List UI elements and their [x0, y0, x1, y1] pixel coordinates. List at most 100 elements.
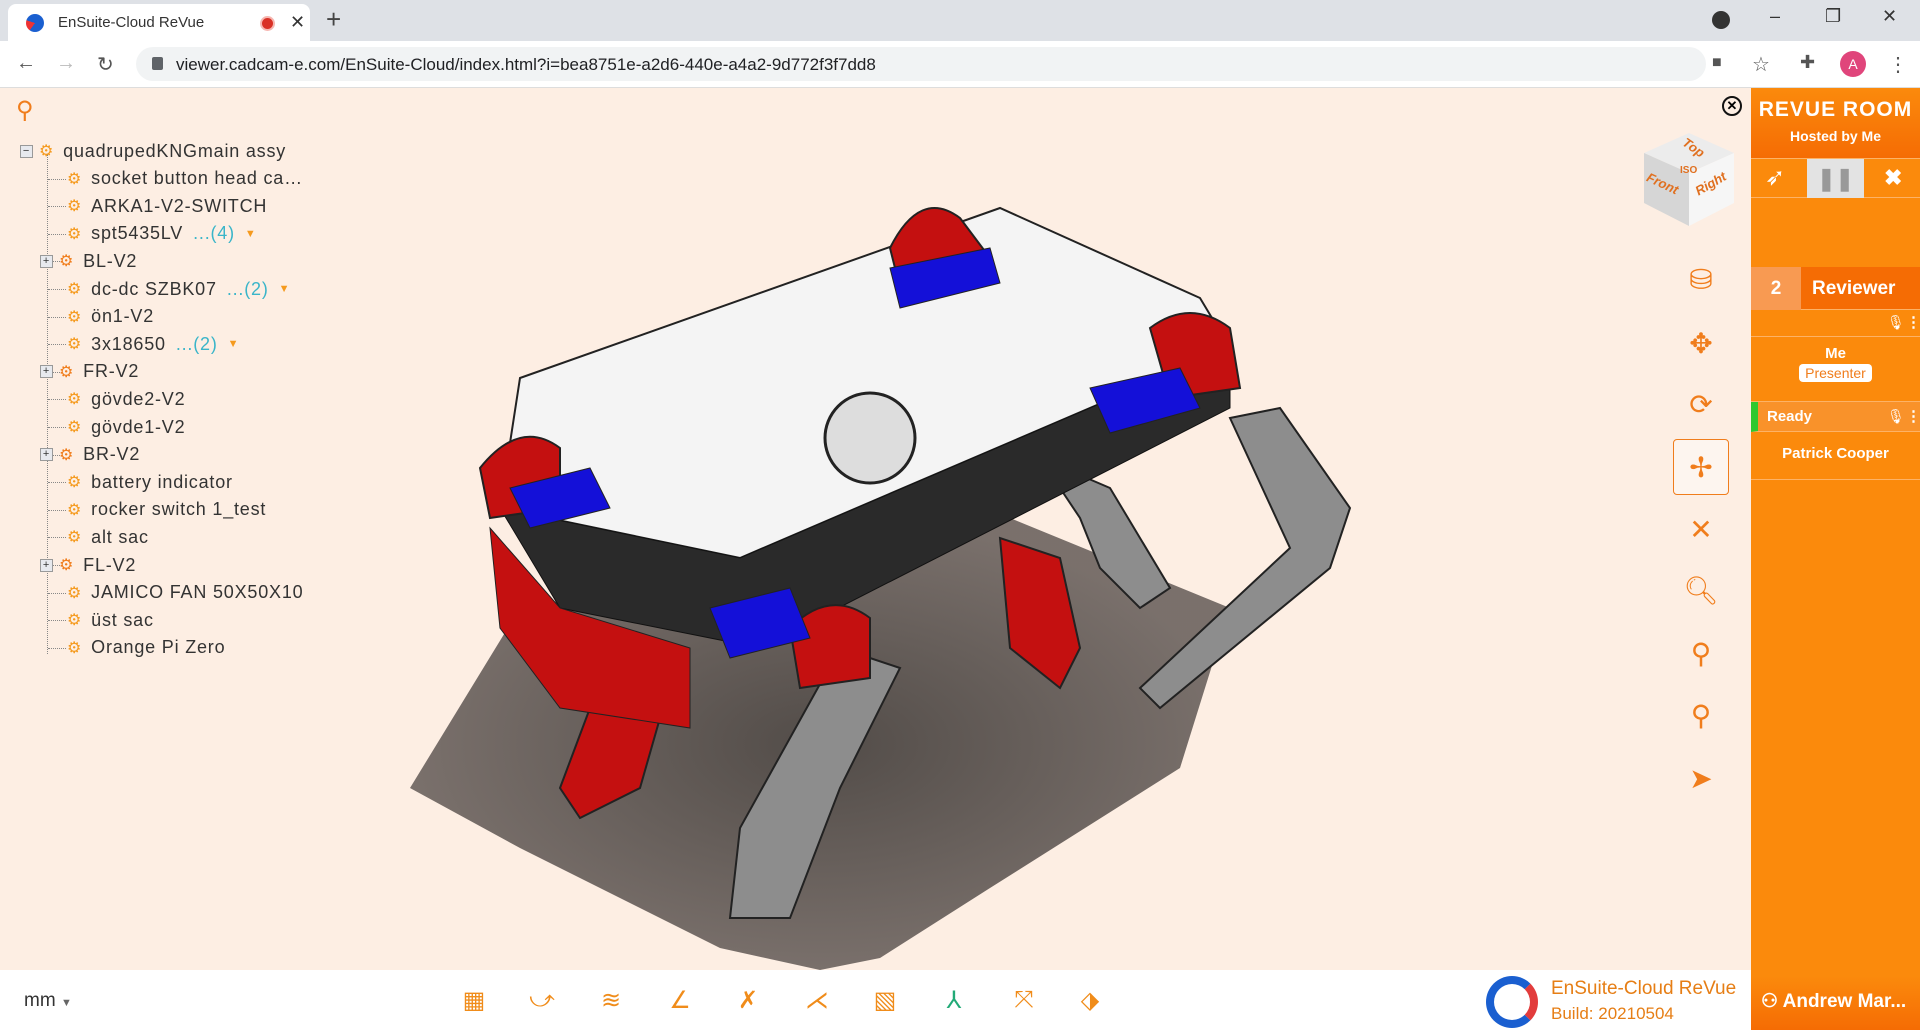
browser-menu-icon[interactable]: ⋮ [1888, 52, 1908, 77]
part-icon: ⚙ [67, 584, 83, 602]
tree-item[interactable]: ⚙ gövde1-V2 [67, 414, 185, 440]
reset-icon[interactable]: ⬗ [1072, 986, 1108, 1018]
3d-viewport[interactable] [0, 88, 1751, 970]
instance-count[interactable]: ...(2) [176, 334, 218, 355]
expand-icon[interactable]: + [40, 365, 53, 379]
measure-surface-icon[interactable]: ≋ [593, 986, 629, 1018]
close-window-button[interactable]: ✕ [1882, 6, 1897, 27]
end-session-icon[interactable]: ✖ [1884, 165, 1902, 191]
axis-triad-icon[interactable]: ⅄ [936, 986, 972, 1018]
fan [823, 391, 917, 485]
tree-item[interactable]: ⚙ spt5435LV ...(4) ▼ [67, 221, 257, 247]
bookmark-star-icon[interactable]: ☆ [1752, 52, 1770, 77]
dropdown-arrow-icon[interactable]: ▼ [245, 228, 257, 240]
ensuite-favicon-icon [26, 13, 44, 32]
expand-icon[interactable]: + [40, 558, 53, 572]
camera-icon[interactable]: ■ [1712, 54, 1722, 72]
tree-label: quadrupedKNGmain assy [63, 140, 287, 161]
reload-icon[interactable]: ↻ [97, 52, 114, 77]
instance-count[interactable]: ...(4) [193, 223, 235, 244]
tree-item[interactable]: ⚙ dc-dc SZBK07 ...(2) ▼ [67, 276, 290, 302]
tree-item[interactable]: + ⚙ FR-V2 [40, 359, 139, 385]
restore-button[interactable]: ❐ [1825, 6, 1841, 27]
chevron-down-icon: ▼ [60, 997, 72, 1009]
profile-avatar[interactable]: A [1840, 51, 1866, 77]
zoom-fit-icon[interactable]: 🔍︎ [1673, 562, 1729, 618]
measure-angle-icon[interactable]: ∠ [662, 986, 698, 1018]
browser-tab-bar: EnSuite-Cloud ReVue ✕ + – ❐ ✕ [0, 0, 1920, 41]
tree-label: spt5435LV [91, 223, 184, 244]
select-pointer-icon[interactable]: ➤ [1673, 750, 1729, 806]
part-icon: ⚙ [67, 198, 83, 216]
robot-model[interactable] [0, 88, 1751, 970]
share-icon[interactable]: ➶ [1765, 163, 1785, 192]
navcube-iso[interactable]: ISO [1680, 165, 1697, 176]
tree-label: dc-dc SZBK07 [91, 278, 217, 299]
part-icon: ⚙ [67, 612, 83, 630]
tree-item[interactable]: ⚙ socket button head ca… [67, 166, 303, 192]
more-options-icon[interactable]: ⋮ [1906, 313, 1920, 331]
dropdown-arrow-icon[interactable]: ▼ [279, 283, 291, 295]
user-menu[interactable]: ⚇ Andrew Mar... [1751, 976, 1920, 1030]
pan-icon[interactable]: ✥ [1673, 315, 1729, 371]
instance-count[interactable]: ...(2) [227, 279, 269, 300]
brand-logo-icon [1486, 976, 1538, 1028]
back-icon[interactable]: ← [16, 52, 36, 75]
tree-item[interactable]: + ⚙ BL-V2 [40, 248, 137, 274]
user-icon: ⚇ [1761, 991, 1779, 1012]
part-icon: ⚙ [67, 419, 83, 436]
mic-icon[interactable]: 🎙︎ [1887, 408, 1905, 425]
collapse-icon[interactable]: − [20, 144, 33, 158]
zoom-selection-icon[interactable]: ⚲ [1673, 687, 1729, 743]
url-field[interactable]: viewer.cadcam-e.com/EnSuite-Cloud/index.… [136, 47, 1706, 81]
extensions-icon[interactable]: ✚ [1800, 52, 1815, 73]
measure-arc-icon[interactable]: ⤻ [524, 986, 560, 1018]
tab-search-icon[interactable] [1712, 11, 1730, 29]
close-viewer-icon[interactable]: ✕ [1722, 96, 1742, 116]
close-icon[interactable]: ✕ [1673, 501, 1729, 557]
tree-item[interactable]: + ⚙ BR-V2 [40, 442, 140, 468]
tree-item[interactable]: ⚙ gövde2-V2 [67, 386, 185, 412]
measure-distance-icon[interactable]: ✗ [730, 986, 766, 1018]
tree-item[interactable]: ⚙ üst sac [67, 607, 154, 633]
tree-label: rocker switch 1_test [91, 499, 267, 520]
minimize-button[interactable]: – [1770, 6, 1780, 27]
mic-icon[interactable]: 🎙︎ [1887, 314, 1905, 331]
cylinder-icon[interactable]: ⛁ [1673, 251, 1729, 307]
tree-item[interactable]: ⚙ rocker switch 1_test [67, 497, 266, 523]
dropdown-arrow-icon[interactable]: ▼ [228, 338, 240, 350]
new-tab-button[interactable]: + [326, 4, 341, 35]
expand-icon[interactable]: + [40, 448, 53, 462]
tree-item[interactable]: ⚙ Orange Pi Zero [67, 635, 225, 661]
hatch-icon[interactable]: ▧ [867, 986, 903, 1018]
navcube[interactable]: Top ISO Front Right [1642, 128, 1737, 228]
assembly-icon: ⚙ [59, 557, 75, 574]
section-view-icon[interactable]: ▦ [456, 986, 492, 1018]
tree-item[interactable]: ⚙ 3x18650 ...(2) ▼ [67, 331, 239, 357]
expand-icon[interactable]: + [40, 254, 53, 268]
zoom-window-icon[interactable]: ⚲ [1673, 625, 1729, 681]
tree-item[interactable]: ⚙ ön1-V2 [67, 304, 154, 330]
assembly-icon: ⚙ [59, 253, 75, 271]
tree-item[interactable]: ⚙ battery indicator [67, 469, 233, 495]
user-name: Andrew Mar... [1782, 991, 1907, 1012]
tree-search-icon[interactable]: ⚲ [16, 96, 34, 125]
address-bar: ← → ↻ viewer.cadcam-e.com/EnSuite-Cloud/… [0, 41, 1920, 88]
forward-icon[interactable]: → [56, 52, 76, 75]
tree-item[interactable]: + ⚙ FL-V2 [40, 552, 136, 578]
room-host: Hosted by Me [1789, 128, 1881, 144]
measure-point-icon[interactable]: ⋌ [799, 986, 835, 1018]
close-tab-icon[interactable]: ✕ [290, 12, 305, 33]
tree-item[interactable]: ⚙ alt sac [67, 524, 149, 550]
pause-button[interactable]: ❚❚ [1807, 159, 1864, 198]
more-options-icon[interactable]: ⋮ [1906, 407, 1920, 425]
tree-root[interactable]: − ⚙ quadrupedKNGmain assy [20, 138, 286, 164]
orbit-icon[interactable]: ✢ [1673, 439, 1729, 495]
units-dropdown[interactable]: mm ▼ [24, 990, 72, 1012]
explode-icon[interactable]: ⤧ [1006, 986, 1042, 1018]
tree-item[interactable]: ⚙ ARKA1-V2-SWITCH [67, 193, 267, 219]
units-value: mm [24, 990, 56, 1011]
tree-item[interactable]: ⚙ JAMICO FAN 50X50X10 [67, 580, 303, 606]
rotate-icon[interactable]: ⟳ [1673, 376, 1729, 432]
browser-tab[interactable]: EnSuite-Cloud ReVue ✕ [8, 4, 310, 41]
